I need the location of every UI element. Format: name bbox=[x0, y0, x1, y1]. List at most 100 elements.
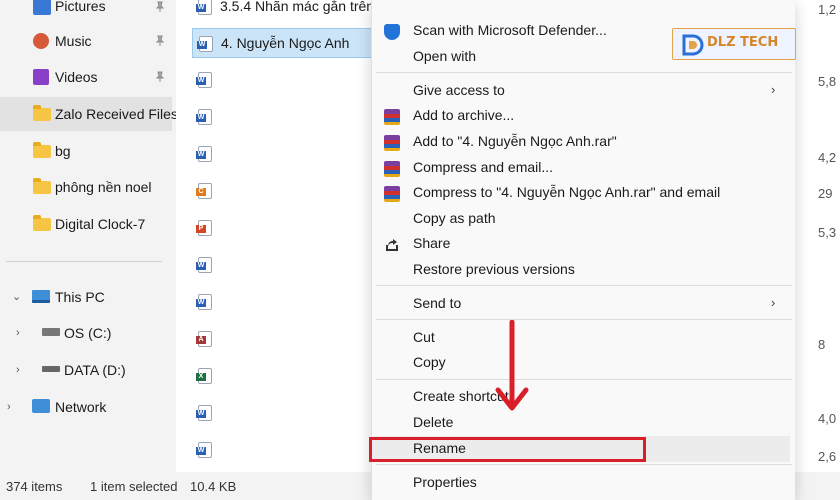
menu-item-properties[interactable]: Properties bbox=[372, 470, 796, 496]
word-document-icon: W bbox=[196, 72, 212, 88]
menu-item-give-access[interactable]: Give access to › bbox=[372, 78, 796, 104]
menu-item-label: Cut bbox=[413, 329, 435, 345]
menu-item-restore-previous[interactable]: Restore previous versions bbox=[372, 257, 796, 283]
nav-item-phong-nen-noel[interactable]: phông nền noel bbox=[0, 170, 172, 204]
red-arrow-down-icon bbox=[495, 320, 529, 411]
chevron-right-icon: › bbox=[771, 82, 776, 97]
context-menu: Scan with Microsoft Defender... Open wit… bbox=[371, 0, 795, 500]
pin-icon[interactable] bbox=[154, 1, 166, 13]
menu-item-compress-email[interactable]: Compress and email... bbox=[372, 155, 796, 181]
file-row[interactable]: W bbox=[192, 287, 372, 317]
menu-item-label: Send to bbox=[413, 295, 462, 311]
nav-item-data-d[interactable]: › DATA (D:) bbox=[0, 353, 172, 387]
selection-size: 10.4 KB bbox=[190, 479, 237, 494]
nav-item-this-pc[interactable]: ⌄ This PC bbox=[0, 280, 172, 314]
nav-item-pictures[interactable]: Pictures bbox=[0, 0, 172, 24]
nav-item-videos[interactable]: Videos bbox=[0, 60, 172, 94]
videos-icon bbox=[33, 69, 49, 85]
logo-text: DLZ TECH bbox=[707, 35, 779, 50]
nav-item-digital-clock-7[interactable]: Digital Clock-7 bbox=[0, 207, 172, 241]
menu-item-copy[interactable]: Copy bbox=[372, 350, 796, 376]
menu-item-copy-as-path[interactable]: Copy as path bbox=[372, 206, 796, 232]
file-row-selected[interactable]: W 4. Nguyễn Ngọc Anh bbox=[192, 28, 372, 58]
file-size: 8 bbox=[818, 337, 826, 352]
share-icon bbox=[386, 239, 398, 251]
menu-item-send-to[interactable]: Send to › bbox=[372, 291, 796, 317]
file-size: 5,3 bbox=[818, 225, 837, 240]
menu-item-compress-to-rar-email[interactable]: Compress to "4. Nguyễn Ngọc Anh.rar" and… bbox=[372, 180, 796, 206]
folder-icon bbox=[33, 105, 51, 121]
menu-item-add-to-archive[interactable]: Add to archive... bbox=[372, 103, 796, 129]
file-size: 5,8 bbox=[818, 74, 837, 89]
menu-item-label: Open with bbox=[413, 48, 477, 64]
nav-item-label: Videos bbox=[55, 69, 98, 85]
file-row[interactable]: X bbox=[192, 361, 372, 391]
menu-item-label: Copy as path bbox=[413, 210, 496, 226]
file-row[interactable]: W bbox=[192, 250, 372, 280]
nav-item-label: OS (C:) bbox=[64, 325, 112, 341]
file-row[interactable]: C bbox=[192, 176, 372, 206]
winrar-icon bbox=[384, 161, 400, 177]
nav-item-zalo-received-files[interactable]: Zalo Received Files bbox=[0, 97, 178, 131]
chevron-down-icon[interactable]: ⌄ bbox=[12, 291, 24, 303]
nav-item-label: Zalo Received Files bbox=[55, 106, 178, 122]
menu-item-label: Give access to bbox=[413, 82, 505, 98]
menu-item-label: Restore previous versions bbox=[413, 261, 575, 277]
menu-item-label: Compress and email... bbox=[413, 159, 554, 175]
defender-shield-icon bbox=[384, 24, 400, 40]
chevron-right-icon[interactable]: › bbox=[16, 364, 28, 376]
file-row[interactable]: W 3.5.4 Nhãn mác gắn trên bbox=[192, 0, 375, 22]
nav-item-music[interactable]: Music bbox=[0, 24, 172, 58]
item-count: 374 items bbox=[6, 479, 63, 494]
file-row[interactable]: P bbox=[192, 213, 372, 243]
file-name: 4. Nguyễn Ngọc Anh bbox=[221, 35, 350, 51]
file-row[interactable]: W bbox=[192, 102, 372, 132]
nav-item-bg[interactable]: bg bbox=[0, 134, 172, 168]
nav-item-label: phông nền noel bbox=[55, 179, 152, 195]
menu-separator bbox=[376, 464, 792, 465]
file-row[interactable]: A bbox=[192, 324, 372, 354]
menu-item-label: Compress to "4. Nguyễn Ngọc Anh.rar" and… bbox=[413, 184, 721, 200]
pictures-icon bbox=[33, 0, 51, 15]
access-icon: A bbox=[196, 331, 212, 347]
menu-item-share[interactable]: Share bbox=[372, 231, 796, 257]
chevron-right-icon[interactable]: › bbox=[16, 327, 28, 339]
file-row[interactable]: W bbox=[192, 435, 372, 465]
pin-icon[interactable] bbox=[154, 35, 166, 47]
file-row[interactable]: W bbox=[192, 139, 372, 169]
word-document-icon: W bbox=[196, 257, 212, 273]
pin-icon[interactable] bbox=[154, 71, 166, 83]
nav-item-label: bg bbox=[55, 143, 71, 159]
nav-item-label: Music bbox=[55, 33, 92, 49]
chevron-right-icon[interactable]: › bbox=[7, 401, 19, 413]
file-size: 29 bbox=[818, 186, 833, 201]
menu-item-cut[interactable]: Cut bbox=[372, 325, 796, 351]
file-name: 3.5.4 Nhãn mác gắn trên bbox=[220, 0, 375, 14]
folder-icon bbox=[33, 178, 51, 194]
drive-icon bbox=[42, 366, 60, 372]
file-size: 1,2 bbox=[818, 2, 837, 17]
file-size: 4,2 bbox=[818, 150, 837, 165]
menu-separator bbox=[376, 379, 792, 380]
menu-item-add-to-rar[interactable]: Add to "4. Nguyễn Ngọc Anh.rar" bbox=[372, 129, 796, 155]
word-document-icon: W bbox=[196, 405, 212, 421]
file-row[interactable]: W bbox=[192, 398, 372, 428]
menu-item-label: Add to archive... bbox=[413, 107, 515, 123]
powerpoint-icon: P bbox=[196, 220, 212, 236]
file-size: 4,0 bbox=[818, 411, 837, 426]
menu-item-create-shortcut[interactable]: Create shortcut bbox=[372, 384, 796, 410]
menu-item-label: Share bbox=[413, 235, 451, 251]
network-icon bbox=[32, 399, 50, 413]
word-document-icon: W bbox=[196, 0, 212, 15]
nav-item-label: DATA (D:) bbox=[64, 362, 126, 378]
menu-item-delete[interactable]: Delete bbox=[372, 410, 796, 436]
nav-item-os-c[interactable]: › OS (C:) bbox=[0, 316, 172, 350]
file-row[interactable]: W bbox=[192, 65, 372, 95]
music-icon bbox=[33, 33, 49, 49]
dlz-tech-logo: DLZ TECH bbox=[672, 28, 796, 60]
drive-icon bbox=[42, 328, 60, 336]
winrar-icon bbox=[384, 109, 400, 125]
folder-icon bbox=[33, 142, 51, 158]
nav-item-network[interactable]: › Network bbox=[0, 390, 172, 424]
computer-icon bbox=[32, 290, 50, 303]
